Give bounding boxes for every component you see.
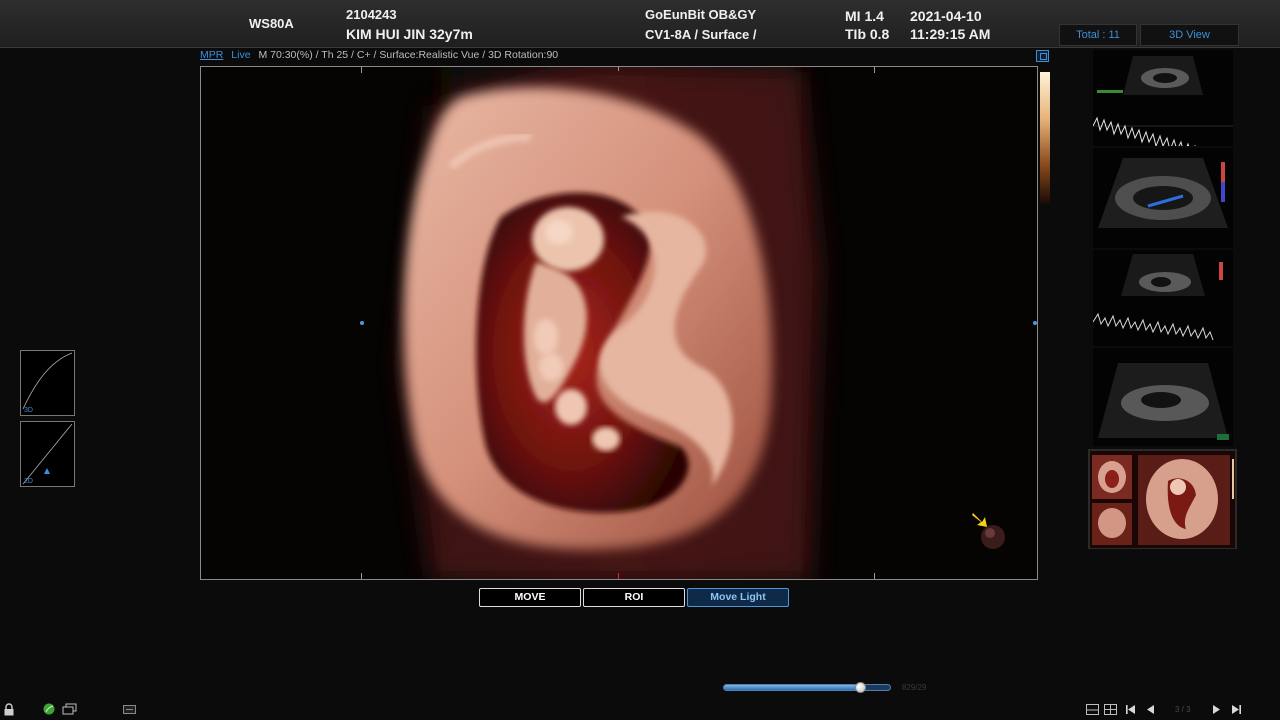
- cine-slider-fill: [724, 685, 862, 690]
- frame-tick: [361, 573, 362, 579]
- 2d-curve-graph: [22, 423, 73, 485]
- next-page-icon[interactable]: [1212, 704, 1221, 715]
- layout-icon[interactable]: [1086, 704, 1099, 715]
- thumbnail-3d-render[interactable]: [1090, 451, 1235, 548]
- 3d-view-button[interactable]: 3D View: [1140, 24, 1239, 46]
- fetal-3d-render-image: [401, 67, 1005, 579]
- render-parameters: MPR Live M 70:30(%) / Th 25 / C+ / Surfa…: [200, 49, 558, 63]
- device-model: WS80A: [249, 16, 294, 31]
- 3d-render-viewport[interactable]: [200, 66, 1038, 580]
- roi-button[interactable]: ROI: [583, 588, 685, 607]
- patient-name: KIM HUI JIN 32y7m: [346, 26, 473, 42]
- 3d-curve-graph: [22, 352, 73, 410]
- color-scale-bar: [1040, 72, 1050, 204]
- mechanical-index: MI 1.4: [845, 8, 884, 24]
- thermal-index: TIb 0.8: [845, 26, 890, 42]
- probe-preset: CV1-8A / Surface /: [645, 27, 757, 42]
- prev-page-icon[interactable]: [1146, 704, 1155, 715]
- top-header: WS80A 2104243 KIM HUI JIN 32y7m GoEunBit…: [0, 0, 1280, 48]
- institution-name: GoEunBit OB&GY: [645, 7, 757, 22]
- frame-counter: 829/29: [902, 683, 927, 692]
- 3d-curve-label: 3D: [24, 407, 33, 414]
- rotation-marker-dot: [1033, 321, 1037, 325]
- move-button[interactable]: MOVE: [479, 588, 581, 607]
- mpr-link[interactable]: MPR: [200, 49, 223, 61]
- total-images-button[interactable]: Total : 11: [1059, 24, 1137, 46]
- lock-icon[interactable]: [3, 703, 15, 716]
- live-label: Live: [231, 49, 251, 61]
- frame-tick: [618, 573, 619, 579]
- thumbnail-2d-scan-image: [1098, 363, 1229, 440]
- 2d-curve-label: 2D: [24, 478, 33, 485]
- thumbnail-doppler-2[interactable]: [1093, 250, 1233, 346]
- thumbnail-2d-scan[interactable]: [1093, 348, 1233, 446]
- thumbnail-color-doppler-image: [1098, 158, 1228, 228]
- frame-tick: [361, 67, 362, 73]
- frame-tick: [874, 67, 875, 73]
- first-page-icon[interactable]: [1125, 704, 1136, 715]
- leaf-icon[interactable]: [43, 703, 55, 715]
- 3d-gain-curve[interactable]: 3D: [20, 350, 75, 416]
- move-light-button[interactable]: Move Light: [687, 588, 789, 607]
- thumbnail-doppler-2-image: [1093, 254, 1223, 341]
- thumbnail-doppler-1[interactable]: [1093, 50, 1233, 146]
- window-icon[interactable]: [62, 703, 77, 715]
- exam-date: 2021-04-10: [910, 8, 982, 24]
- viewport-layout-icon[interactable]: [1036, 50, 1049, 62]
- render-params-text: M 70:30(%) / Th 25 / C+ / Surface:Realis…: [258, 49, 559, 61]
- frame-tick: [874, 573, 875, 579]
- curve-marker-icon: [44, 468, 50, 474]
- patient-id: 2104243: [346, 7, 397, 22]
- exam-time: 11:29:15 AM: [910, 26, 991, 42]
- thumbnail-color-doppler[interactable]: [1093, 148, 1233, 248]
- thumbnail-3d-render-image: [1090, 451, 1235, 548]
- grid-icon[interactable]: [1104, 704, 1117, 715]
- rotation-marker-dot: [360, 321, 364, 325]
- 2d-gain-curve[interactable]: 2D: [20, 421, 75, 487]
- thumbnail-doppler-image: [1093, 56, 1233, 146]
- page-counter: 3 / 3: [1175, 705, 1191, 714]
- last-page-icon[interactable]: [1231, 704, 1242, 715]
- tape-icon[interactable]: [123, 705, 136, 714]
- cine-slider-knob[interactable]: [855, 682, 866, 693]
- frame-tick: [618, 67, 619, 71]
